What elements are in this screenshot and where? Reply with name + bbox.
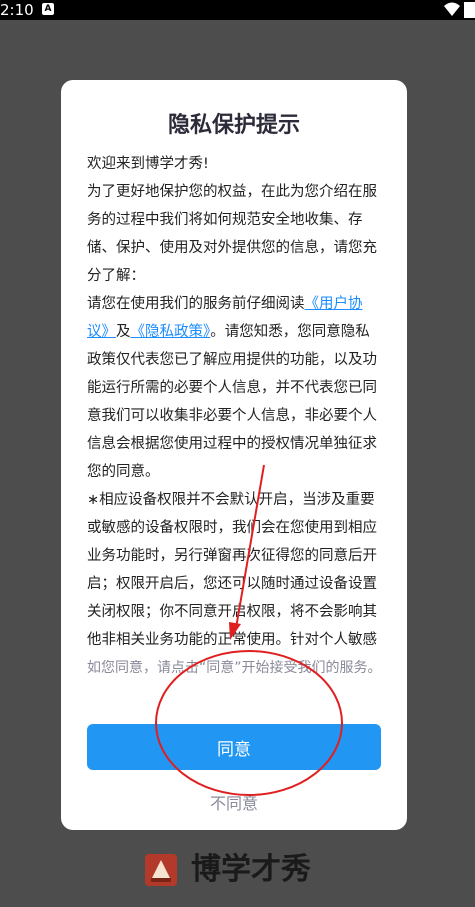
consent-hint: 如您同意，请点击“同意”开始接受我们的服务。: [87, 660, 382, 676]
disagree-button[interactable]: 不同意: [61, 788, 407, 816]
brand-name: 博学才秀: [191, 852, 311, 887]
agreement-text-before: 请您在使用我们的服务前仔细阅读: [87, 296, 305, 312]
privacy-policy-link[interactable]: 《隐私政策》: [131, 324, 211, 340]
wifi-icon: [444, 2, 460, 16]
status-time: 2:10: [0, 1, 34, 19]
dialog-title: 隐私保护提示: [167, 113, 300, 138]
notification-badge-icon: A: [42, 3, 54, 15]
privacy-text-scroll[interactable]: 欢迎来到博学才秀! 为了更好地保护您的权益，在此为您介绍在服务的过程中我们将如何…: [87, 150, 383, 720]
agreement-text: 请您在使用我们的服务前仔细阅读《用户协议》及《隐私政策》。请您知悉，您同意隐私政…: [87, 290, 383, 486]
intro-text: 为了更好地保护您的权益，在此为您介绍在服务的过程中我们将如何规范安全地收集、存储…: [87, 184, 377, 284]
app-logo-icon: [145, 854, 177, 886]
welcome-text: 欢迎来到博学才秀!: [87, 156, 209, 172]
privacy-dialog: 隐私保护提示 欢迎来到博学才秀! 为了更好地保护您的权益，在此为您介绍在服务的过…: [61, 80, 407, 830]
agree-button[interactable]: 同意: [87, 724, 381, 770]
status-bar: 2:10 A: [0, 0, 475, 20]
permission-text: ∗相应设备权限并不会默认开启，当涉及重要或敏感的设备权限时，我们会在您使用到相应…: [87, 492, 377, 648]
battery-icon: [464, 2, 475, 18]
agreement-text-after: 。请您知悉，您同意隐私政策仅代表您已了解应用提供的功能，以及功能运行所需的必要个…: [87, 324, 377, 480]
agreement-text-and: 及: [116, 324, 131, 340]
